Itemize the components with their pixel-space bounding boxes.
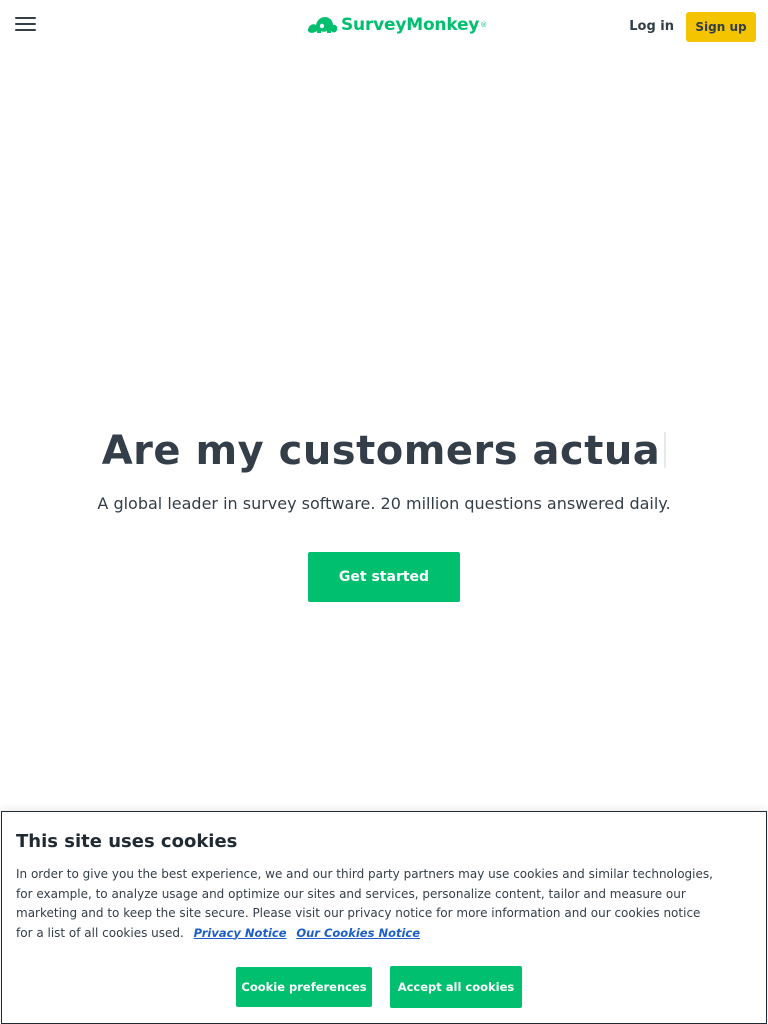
cookies-notice-link[interactable]: Our Cookies Notice	[296, 926, 420, 940]
surveymonkey-logo[interactable]: SurveyMonkey ®	[305, 12, 487, 38]
registered-mark: ®	[480, 21, 488, 29]
menu-line	[15, 29, 36, 31]
surveymonkey-logo-icon	[308, 17, 338, 33]
hero-subtitle: A global leader in survey software. 20 m…	[97, 494, 671, 513]
logo-wordmark: SurveyMonkey	[341, 15, 480, 35]
cookie-banner: This site uses cookies In order to give …	[1, 811, 767, 1024]
cookie-preferences-button[interactable]: Cookie preferences	[236, 967, 372, 1007]
typing-cursor	[664, 432, 667, 468]
site-header: SurveyMonkey ® Log in Sign up	[0, 0, 768, 54]
hero-title-text: Are my customers actua	[101, 428, 661, 474]
hamburger-menu-icon[interactable]	[15, 16, 36, 33]
signup-button[interactable]: Sign up	[686, 12, 756, 42]
accept-all-cookies-button[interactable]: Accept all cookies	[390, 966, 522, 1008]
cookie-banner-text: In order to give you the best experience…	[16, 865, 716, 943]
login-link[interactable]: Log in	[629, 19, 674, 34]
privacy-notice-link[interactable]: Privacy Notice	[194, 926, 287, 940]
hero-title: Are my customers actua	[0, 425, 768, 477]
menu-line	[15, 17, 36, 19]
menu-line	[15, 23, 36, 25]
cookie-banner-title: This site uses cookies	[16, 831, 238, 852]
get-started-button[interactable]: Get started	[308, 552, 460, 602]
